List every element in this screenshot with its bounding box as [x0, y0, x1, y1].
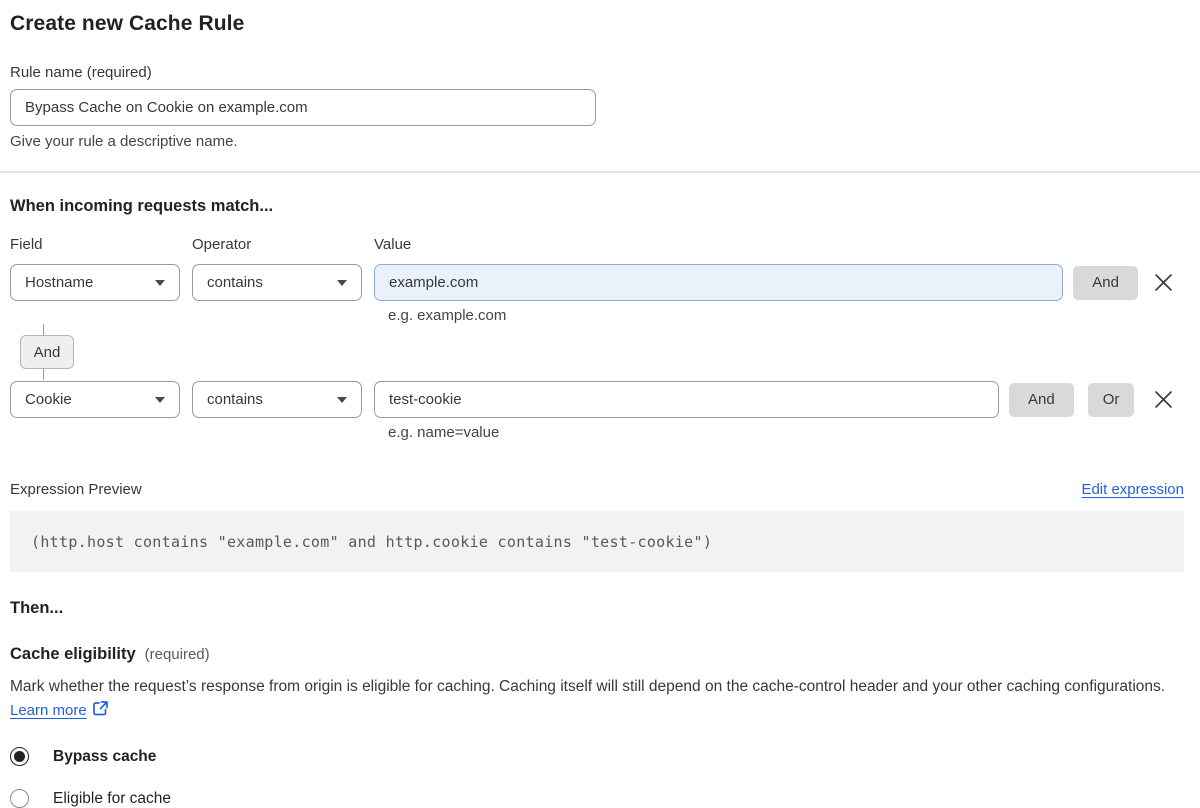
remove-condition-button[interactable] — [1153, 272, 1174, 293]
value-helper: e.g. name=value — [388, 424, 500, 441]
value-input[interactable] — [374, 381, 999, 418]
cache-eligibility-title: Cache eligibility — [10, 645, 136, 663]
then-heading: Then... — [10, 599, 64, 617]
match-row: Cookie contains And Or — [10, 381, 1184, 418]
expression-header: Expression Preview Edit expression — [10, 481, 1184, 498]
field-select[interactable]: Cookie — [10, 381, 180, 418]
expression-preview-box: (http.host contains "example.com" and ht… — [10, 511, 1184, 572]
expression-code: (http.host contains "example.com" and ht… — [31, 532, 713, 551]
connector-and-button[interactable]: And — [20, 335, 74, 369]
value-input[interactable] — [374, 264, 1064, 301]
value-column-label: Value — [374, 236, 412, 253]
close-icon — [1153, 389, 1174, 410]
external-link-icon — [92, 700, 109, 725]
match-heading: When incoming requests match... — [10, 197, 274, 215]
field-select[interactable]: Hostname — [10, 264, 180, 301]
learn-more-link[interactable]: Learn more — [10, 702, 87, 719]
and-button[interactable]: And — [1009, 382, 1074, 417]
radio-label: Eligible for cache — [53, 789, 172, 807]
section-divider — [0, 171, 1200, 173]
chevron-down-icon — [155, 396, 165, 403]
cache-eligibility-description: Mark whether the request’s response from… — [10, 675, 1170, 725]
chevron-down-icon — [337, 279, 347, 286]
field-select-value: Hostname — [25, 274, 94, 291]
close-icon — [1153, 272, 1174, 293]
edit-expression-link[interactable]: Edit expression — [1081, 481, 1184, 498]
operator-select-value: contains — [207, 391, 263, 408]
required-note: (required) — [144, 646, 210, 663]
expression-preview-label: Expression Preview — [10, 481, 142, 498]
connector-line — [43, 369, 44, 380]
field-select-value: Cookie — [25, 391, 72, 408]
rule-name-input[interactable] — [10, 89, 596, 126]
or-button[interactable]: Or — [1087, 382, 1135, 417]
radio-icon — [10, 747, 29, 766]
chevron-down-icon — [155, 279, 165, 286]
rule-name-helper: Give your rule a descriptive name. — [10, 133, 238, 150]
radio-icon — [10, 789, 29, 808]
connector-line — [43, 324, 44, 335]
match-row: Hostname contains And — [10, 264, 1184, 301]
operator-column-label: Operator — [192, 236, 252, 253]
chevron-down-icon — [337, 396, 347, 403]
field-column-label: Field — [10, 236, 43, 253]
and-button[interactable]: And — [1073, 265, 1138, 300]
create-cache-rule-form: Create new Cache Rule Rule name (require… — [0, 0, 1200, 808]
operator-select[interactable]: contains — [192, 264, 362, 301]
operator-select[interactable]: contains — [192, 381, 362, 418]
row-connector: And — [20, 324, 74, 380]
description-text: Mark whether the request’s response from… — [10, 678, 1166, 695]
match-column-labels: Field Operator Value — [10, 236, 1184, 253]
remove-condition-button[interactable] — [1153, 389, 1174, 410]
page-title: Create new Cache Rule — [10, 12, 245, 35]
eligible-for-cache-radio[interactable]: Eligible for cache — [10, 789, 1184, 808]
radio-label: Bypass cache — [53, 747, 157, 765]
cache-eligibility-header: Cache eligibility (required) — [10, 645, 1184, 664]
bypass-cache-radio[interactable]: Bypass cache — [10, 747, 1184, 766]
value-helper: e.g. example.com — [388, 307, 507, 324]
operator-select-value: contains — [207, 274, 263, 291]
rule-name-label: Rule name (required) — [10, 64, 152, 81]
rule-name-section: Rule name (required) Give your rule a de… — [10, 64, 1184, 150]
